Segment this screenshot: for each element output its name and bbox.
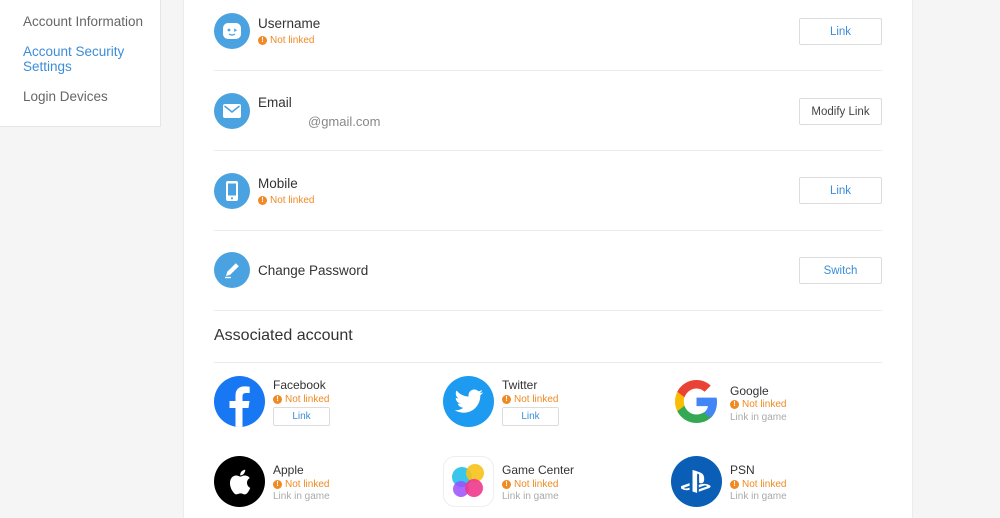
sidebar-item-account-information[interactable]: Account Information	[23, 14, 143, 29]
psn-status: ! Not linked	[730, 479, 786, 490]
twitter-link-button[interactable]: Link	[502, 407, 559, 426]
username-status: ! Not linked	[258, 35, 314, 46]
email-row: Email @gmail.com Modify Link	[214, 71, 882, 151]
apple-icon[interactable]	[214, 456, 265, 507]
change-password-title: Change Password	[258, 263, 369, 278]
google-name: Google	[730, 384, 769, 398]
security-settings-panel: Username ! Not linked Link Email @gmail.…	[183, 0, 913, 518]
twitter-account: Twitter ! Not linked Link	[443, 376, 643, 428]
warning-icon: !	[730, 400, 739, 409]
warning-icon: !	[258, 36, 267, 45]
face-icon	[214, 13, 250, 49]
pencil-icon	[214, 252, 250, 288]
email-title: Email	[258, 95, 292, 110]
warning-icon: !	[273, 480, 282, 489]
twitter-icon[interactable]	[443, 376, 494, 427]
envelope-icon	[214, 93, 250, 129]
divider	[214, 362, 882, 363]
game-center-link-in-game: Link in game	[502, 491, 559, 502]
apple-status: ! Not linked	[273, 479, 329, 490]
settings-sidebar: Account Information Account Security Set…	[0, 0, 161, 127]
google-status-text: Not linked	[742, 399, 787, 410]
facebook-status-text: Not linked	[285, 394, 330, 405]
mobile-status-text: Not linked	[270, 195, 315, 206]
game-center-icon[interactable]	[443, 456, 494, 507]
username-status-text: Not linked	[270, 35, 315, 46]
sidebar-item-account-security-settings[interactable]: Account Security Settings	[23, 44, 143, 74]
modify-link-button[interactable]: Modify Link	[799, 98, 882, 125]
mobile-link-button[interactable]: Link	[799, 177, 882, 204]
twitter-name: Twitter	[502, 378, 538, 392]
mobile-status: ! Not linked	[258, 195, 314, 206]
username-link-button[interactable]: Link	[799, 18, 882, 45]
psn-account: PSN ! Not linked Link in game	[671, 456, 871, 508]
warning-icon: !	[502, 480, 511, 489]
email-value: @gmail.com	[308, 114, 381, 129]
sidebar-item-login-devices[interactable]: Login Devices	[23, 89, 108, 104]
facebook-status: ! Not linked	[273, 394, 329, 405]
twitter-status-text: Not linked	[514, 394, 559, 405]
warning-icon: !	[273, 395, 282, 404]
switch-button[interactable]: Switch	[799, 257, 882, 284]
apple-link-in-game: Link in game	[273, 491, 330, 502]
playstation-icon[interactable]	[671, 456, 722, 507]
google-status: ! Not linked	[730, 399, 786, 410]
google-link-in-game: Link in game	[730, 412, 787, 423]
username-row: Username ! Not linked Link	[214, 0, 882, 71]
associated-account-heading: Associated account	[214, 327, 353, 344]
username-title: Username	[258, 16, 321, 31]
psn-status-text: Not linked	[742, 479, 787, 490]
apple-account: Apple ! Not linked Link in game	[214, 456, 414, 508]
phone-icon	[214, 173, 250, 209]
game-center-account: Game Center ! Not linked Link in game	[443, 456, 643, 508]
mobile-title: Mobile	[258, 176, 298, 191]
google-icon[interactable]	[671, 376, 722, 427]
warning-icon: !	[730, 480, 739, 489]
twitter-status: ! Not linked	[502, 394, 558, 405]
apple-status-text: Not linked	[285, 479, 330, 490]
facebook-name: Facebook	[273, 378, 326, 392]
warning-icon: !	[502, 395, 511, 404]
facebook-account: Facebook ! Not linked Link	[214, 376, 414, 428]
psn-link-in-game: Link in game	[730, 491, 787, 502]
mobile-row: Mobile ! Not linked Link	[214, 151, 882, 231]
facebook-icon[interactable]	[214, 376, 265, 427]
game-center-status: ! Not linked	[502, 479, 558, 490]
psn-name: PSN	[730, 463, 755, 477]
facebook-link-button[interactable]: Link	[273, 407, 330, 426]
game-center-status-text: Not linked	[514, 479, 559, 490]
apple-name: Apple	[273, 463, 304, 477]
change-password-row: Change Password Switch	[214, 231, 882, 311]
google-account: Google ! Not linked Link in game	[671, 376, 871, 428]
game-center-name: Game Center	[502, 463, 575, 477]
warning-icon: !	[258, 196, 267, 205]
